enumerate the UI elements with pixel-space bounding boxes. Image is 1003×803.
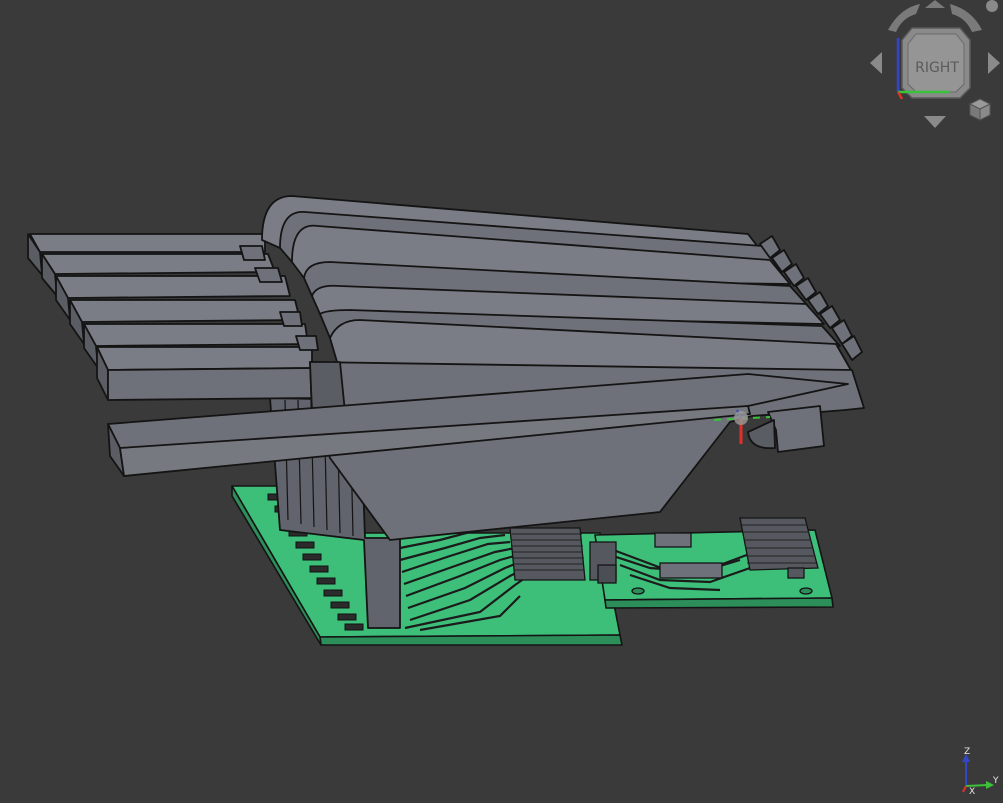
cube-face-label: RIGHT [915, 60, 959, 76]
axis-x-label: X [969, 787, 975, 797]
mount-hole-2 [799, 587, 813, 595]
axis-triad: Z Y X [962, 747, 999, 797]
pcb-left-edge [319, 634, 623, 646]
arrow-up-icon[interactable] [925, 0, 945, 8]
chip-2 [659, 562, 723, 579]
axis-y-label: Y [992, 776, 999, 786]
chip-4 [597, 564, 617, 584]
connector-right [739, 517, 819, 571]
arrow-left-icon[interactable] [870, 52, 882, 74]
connector-left [509, 527, 586, 581]
cube-icon[interactable] [968, 98, 992, 121]
hook [767, 405, 825, 453]
upper-deck [261, 195, 853, 373]
chip-1 [654, 532, 692, 548]
view-menu-icon[interactable] [986, 0, 998, 12]
key-6 [96, 346, 313, 401]
smd-part [787, 567, 805, 579]
mount-hole-1 [631, 587, 645, 595]
arrow-down-icon[interactable] [924, 116, 946, 128]
navigation-cube[interactable]: RIGHT [870, 0, 1000, 128]
arrow-right-icon[interactable] [988, 52, 1000, 74]
axis-z-label: Z [964, 747, 970, 757]
3d-viewport[interactable]: RIGHT Z Y X [0, 0, 1003, 803]
